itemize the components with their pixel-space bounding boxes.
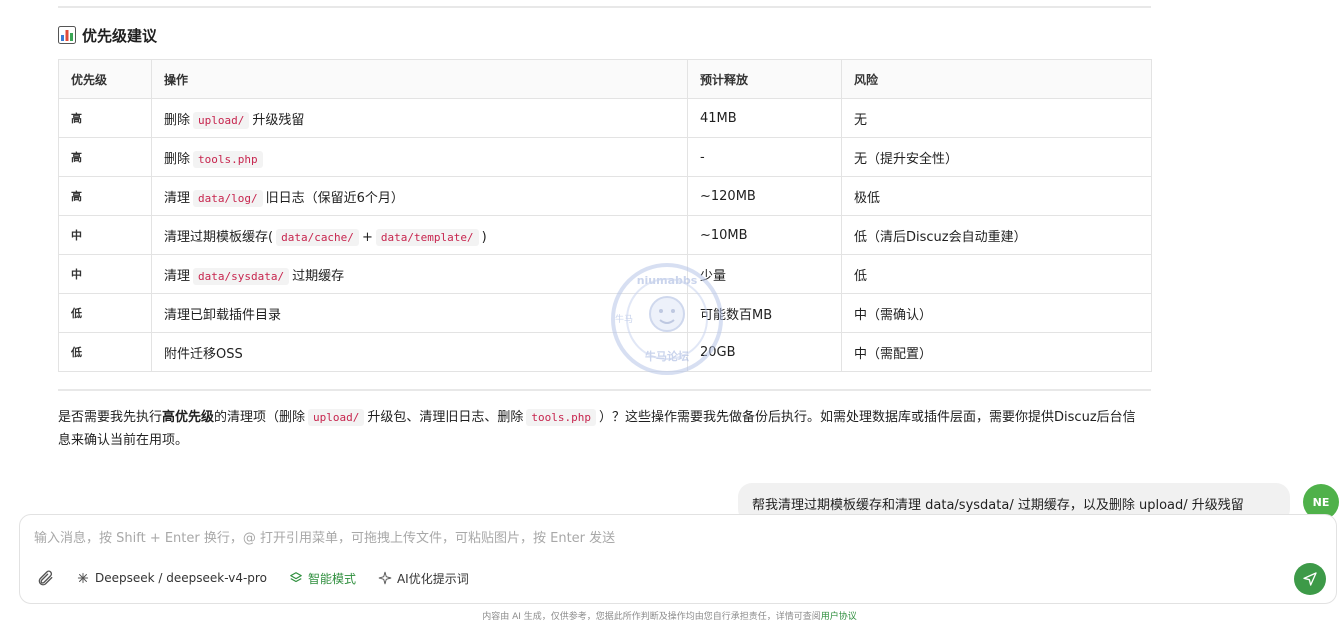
smart-mode-label: 智能模式	[307, 571, 356, 586]
cell-risk: 低（清后Discuz会自动重建）	[841, 215, 1152, 255]
para-text-1: 是否需要我先执行	[58, 410, 163, 425]
cell-action: 删除 upload/升级残留	[151, 98, 688, 138]
action-text: 旧日志（保留近6个月）	[265, 190, 404, 206]
layers-icon	[290, 572, 302, 583]
cell-risk: 中（需确认）	[841, 293, 1152, 333]
cell-priority: 低	[58, 293, 152, 333]
action-text: +	[361, 229, 373, 245]
header-action: 操作	[151, 59, 688, 99]
send-icon	[1303, 572, 1317, 586]
para-text-3: 升级包、清理旧日志、删除	[367, 410, 524, 425]
assistant-paragraph: 是否需要我先执行高优先级的清理项（删除 upload/升级包、清理旧日志、删除 to…	[58, 406, 1148, 452]
cell-release: ~10MB	[687, 215, 842, 255]
cell-priority: 高	[58, 137, 152, 177]
para-code-tools: tools.php	[526, 409, 597, 426]
cell-release: 少量	[687, 254, 842, 294]
avatar-text: NE	[1312, 495, 1330, 509]
inline-code: data/sysdata/	[193, 267, 290, 285]
cell-priority: 中	[58, 215, 152, 255]
cell-action: 清理已卸载插件目录	[151, 293, 688, 333]
table-row: 高删除 upload/升级残留 41MB 无	[58, 98, 1152, 138]
priority-table: 优先级 操作 预计释放 风险 高删除 upload/升级残留 41MB 无高删除 too…	[58, 59, 1152, 372]
action-text: 升级残留	[252, 112, 305, 128]
para-bold: 高优先级	[162, 410, 215, 425]
table-row: 高清理 data/log/旧日志（保留近6个月） ~120MB 极低	[58, 176, 1152, 216]
cell-action: 清理过期模板缓存(data/cache/+ data/template/)	[151, 215, 688, 255]
cell-priority: 低	[58, 332, 152, 372]
para-text-2: 的清理项（删除	[214, 410, 306, 425]
model-label: Deepseek / deepseek-v4-pro	[95, 571, 267, 585]
cell-release: 41MB	[687, 98, 842, 138]
table-row: 中清理过期模板缓存(data/cache/+ data/template/) ~10…	[58, 215, 1152, 255]
user-message-text: 帮我清理过期模板缓存和清理 data/sysdata/ 过期缓存，以及删除 up…	[752, 498, 1244, 513]
ai-optimize-label: AI优化提示词	[396, 571, 469, 586]
table-row: 低清理已卸载插件目录 可能数百MB 中（需确认）	[58, 293, 1152, 333]
header-priority: 优先级	[58, 59, 152, 99]
disclaimer-footer: 内容由 AI 生成，仅供参考，您据此所作判断及操作均由您自行承担责任，详情可查阅…	[0, 609, 1339, 622]
cell-release: 20GB	[687, 332, 842, 372]
inline-code: data/template/	[375, 228, 479, 246]
cell-action: 清理 data/sysdata/过期缓存	[151, 254, 688, 294]
action-text: 删除	[164, 112, 191, 128]
table-body: 高删除 upload/升级残留 41MB 无高删除 tools.php - 无（提升安全性）…	[58, 98, 1152, 372]
send-button[interactable]	[1294, 563, 1326, 595]
attach-button[interactable]	[36, 569, 54, 587]
user-agreement-link[interactable]: 用户协议	[821, 612, 857, 622]
message-input[interactable]	[32, 525, 1236, 551]
cell-release: 可能数百MB	[687, 293, 842, 333]
table-row: 中清理 data/sysdata/过期缓存 少量低	[58, 254, 1152, 294]
inline-code: data/cache/	[276, 228, 359, 246]
table-row: 高删除 tools.php - 无（提升安全性）	[58, 137, 1152, 177]
action-text: 清理过期模板缓存(	[164, 229, 274, 245]
cell-release: -	[687, 137, 842, 177]
cell-risk: 无	[841, 98, 1152, 138]
action-text: )	[481, 229, 487, 245]
model-sparkle-icon	[77, 572, 89, 584]
message-composer: Deepseek / deepseek-v4-pro 智能模式 AI优化提示词	[19, 514, 1337, 604]
cell-risk: 无（提升安全性）	[841, 137, 1152, 177]
inline-code: tools.php	[193, 150, 263, 168]
cell-action: 附件迁移OSS	[151, 332, 688, 372]
bar-chart-icon	[58, 26, 76, 44]
cell-risk: 中（需配置）	[841, 332, 1152, 372]
header-risk: 风险	[841, 59, 1152, 99]
action-text: 清理	[164, 268, 191, 284]
header-release: 预计释放	[687, 59, 842, 99]
table-row: 低附件迁移OSS 20GB 中（需配置）	[58, 332, 1152, 372]
cell-risk: 低	[841, 254, 1152, 294]
para-code-upload: upload/	[308, 409, 365, 426]
section-title: 优先级建议	[58, 24, 157, 46]
cell-action: 清理 data/log/旧日志（保留近6个月）	[151, 176, 688, 216]
cell-priority: 中	[58, 254, 152, 294]
action-text: 过期缓存	[292, 268, 345, 284]
ai-optimize-button[interactable]: AI优化提示词	[378, 570, 469, 587]
cell-release: ~120MB	[687, 176, 842, 216]
top-divider	[58, 6, 1151, 8]
cell-priority: 高	[58, 98, 152, 138]
content-divider	[58, 389, 1151, 391]
cell-action: 删除 tools.php	[151, 137, 688, 177]
cell-priority: 高	[58, 176, 152, 216]
model-selector[interactable]: Deepseek / deepseek-v4-pro	[76, 571, 267, 585]
composer-toolbar: Deepseek / deepseek-v4-pro 智能模式 AI优化提示词	[36, 567, 491, 589]
sparkle-icon	[378, 571, 392, 585]
inline-code: data/log/	[193, 189, 263, 207]
paperclip-icon	[38, 570, 53, 586]
action-text: 删除	[164, 151, 191, 167]
action-text: 清理	[164, 190, 191, 206]
action-text: 附件迁移OSS	[164, 346, 243, 362]
cell-risk: 极低	[841, 176, 1152, 216]
action-text: 清理已卸载插件目录	[164, 307, 282, 323]
footer-text: 内容由 AI 生成，仅供参考，您据此所作判断及操作均由您自行承担责任，详情可查阅	[482, 612, 821, 622]
smart-mode-toggle[interactable]: 智能模式	[289, 570, 356, 587]
inline-code: upload/	[193, 111, 250, 129]
table-header-row: 优先级 操作 预计释放 风险	[58, 59, 1152, 99]
section-title-text: 优先级建议	[82, 26, 158, 45]
